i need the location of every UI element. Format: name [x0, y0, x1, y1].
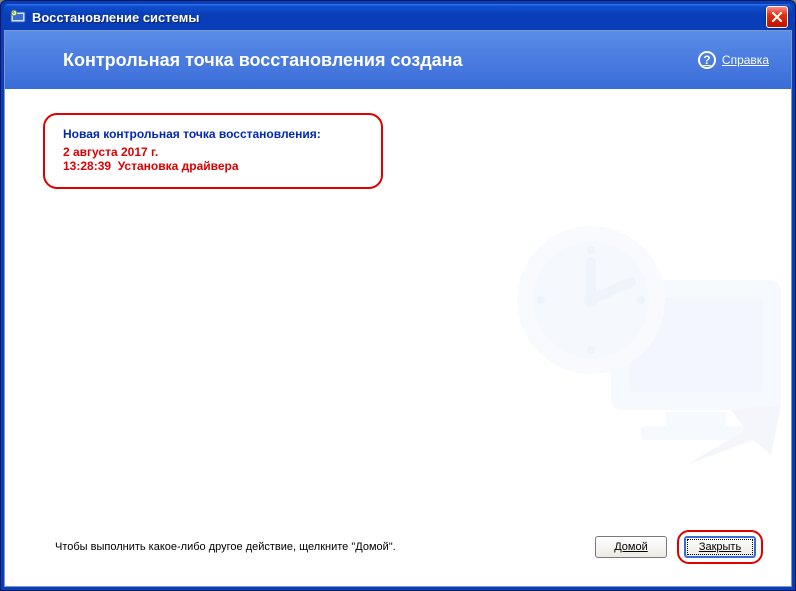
restore-point-time-desc: 13:28:39 Установка драйвера — [63, 159, 363, 173]
titlebar[interactable]: Восстановление системы — [4, 4, 792, 30]
footer: Чтобы выполнить какое-либо другое действ… — [5, 520, 791, 586]
close-window-button[interactable] — [766, 6, 788, 28]
system-restore-window: Восстановление системы Контрольная точка… — [0, 0, 796, 591]
help-link[interactable]: ? Справка — [698, 51, 769, 69]
help-label: Справка — [722, 53, 769, 67]
restore-point-date: 2 августа 2017 г. — [63, 145, 363, 159]
watermark-graphic — [481, 200, 781, 480]
footer-hint: Чтобы выполнить какое-либо другое действ… — [55, 541, 585, 553]
page-heading: Контрольная точка восстановления создана — [63, 50, 698, 71]
main-area: Новая контрольная точка восстановления: … — [5, 89, 791, 520]
app-icon — [10, 9, 26, 25]
restore-point-box: Новая контрольная точка восстановления: … — [43, 113, 383, 189]
restore-point-time: 13:28:39 — [63, 159, 111, 173]
close-button-highlight: Закрыть — [677, 530, 763, 564]
home-button[interactable]: Домой — [595, 536, 667, 558]
content-area: Контрольная точка восстановления создана… — [4, 30, 792, 587]
window-title: Восстановление системы — [32, 10, 766, 25]
help-icon: ? — [698, 51, 716, 69]
restore-point-description: Установка драйвера — [118, 159, 239, 173]
close-icon — [772, 12, 782, 22]
header-band: Контрольная точка восстановления создана… — [5, 31, 791, 89]
restore-point-title: Новая контрольная точка восстановления: — [63, 127, 363, 141]
close-button[interactable]: Закрыть — [684, 536, 756, 558]
